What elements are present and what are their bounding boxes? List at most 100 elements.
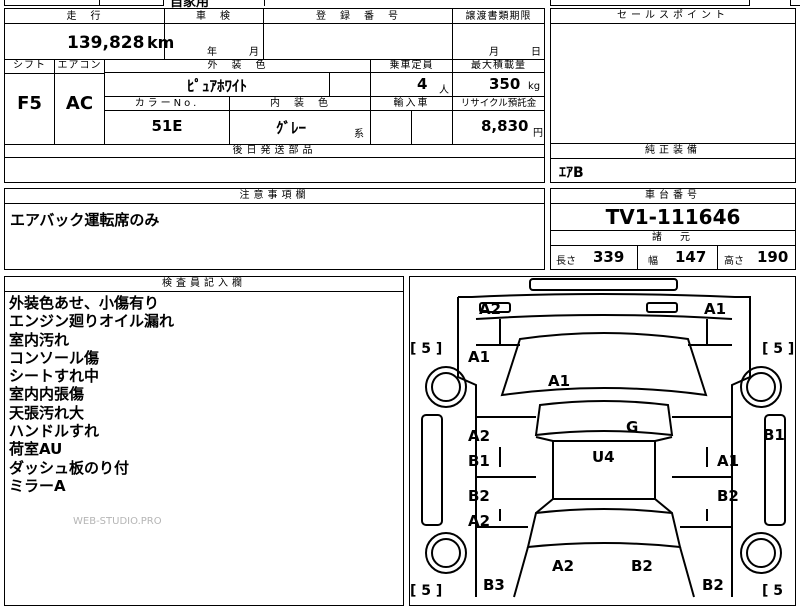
inspector-panel: 検査員記入欄 外装色あせ、小傷有り エンジン廻りオイル漏れ 室内汚れ コンソール… [4, 276, 404, 606]
inspection-year-label: 年 [207, 47, 217, 58]
max-load-cell: 350 kg [453, 73, 544, 97]
max-load-header: 最大積載量 [471, 60, 526, 71]
damage-code: A1 [704, 300, 727, 318]
transfer-day-label: 日 [531, 47, 541, 58]
registration-cell [264, 24, 453, 59]
aircon-header: エアコン [55, 59, 104, 74]
damage-code: B2 [702, 576, 724, 594]
mileage-value: 139,828 [67, 33, 145, 53]
recycle-fee-header: リサイクル預託金 [460, 98, 537, 109]
damage-code: B1 [763, 426, 785, 444]
inspector-line: ダッシュ板のり付 [9, 458, 130, 477]
inspector-line: コンソール傷 [9, 348, 100, 367]
exterior-color-value: ﾋﾟｭｱﾎﾜｲﾄ [186, 77, 247, 95]
damage-code: A2 [468, 427, 491, 445]
inspector-line: ミラーA [9, 476, 66, 495]
capacity-value: 4 [417, 75, 428, 93]
interior-color-suffix: 系 [354, 129, 364, 140]
genuine-equipment-value: ｴｱB [559, 165, 584, 181]
later-parts-header: 後日発送部品 [232, 145, 317, 156]
exterior-color-header: 外 装 色 [207, 60, 268, 71]
length-value: 339 [593, 248, 625, 266]
recycle-fee-value: 8,830 [481, 117, 529, 135]
recycle-fee-cell: 8,830 円 [453, 111, 544, 144]
genuine-equipment-header: 純正装備 [551, 143, 795, 159]
transfer-deadline-cell: 月 日 [453, 24, 544, 59]
inspector-line: 荷室AU [9, 440, 63, 459]
transfer-deadline-header: 譲渡書類期限 [465, 11, 532, 22]
selling-points-header: セールスポイント [551, 9, 795, 24]
selling-points-panel: セールスポイント 純正装備 ｴｱB [550, 8, 796, 183]
width-value: 147 [675, 248, 707, 266]
damage-code: B2 [717, 487, 739, 505]
inspector-lines: 外装色あせ、小傷有り エンジン廻りオイル漏れ 室内汚れ コンソール傷 シートすれ… [9, 294, 174, 495]
damage-code: A1 [468, 348, 491, 366]
top-fragment-strip: 自家用 [0, 0, 800, 10]
damage-code: B3 [483, 576, 505, 594]
max-load-unit: kg [528, 81, 541, 92]
inspector-line: ハンドルすれ [9, 422, 100, 441]
width-label: 幅 [648, 256, 658, 267]
specs-header: 諸 元 [551, 230, 795, 246]
watermark: WEB-STUDIO.PRO [73, 516, 162, 527]
specs-row: 長さ 339 幅 147 高さ 190 [551, 245, 795, 269]
mileage-header: 走 行 [66, 11, 103, 22]
tire-front-right: [ 5 ] [762, 341, 795, 357]
color-no-cell: 51E [105, 111, 230, 144]
max-load-value: 350 [489, 75, 521, 93]
capacity-header: 乗車定員 [389, 60, 434, 71]
mileage-cell: 139,828 km [5, 24, 174, 59]
tire-rear-left: [ 5 ] [410, 583, 443, 599]
tire-front-left: [ 5 ] [410, 341, 443, 357]
registration-header: 登 録 番 号 [316, 11, 400, 22]
damage-code: B2 [468, 487, 490, 505]
shift-value: F5 [17, 93, 42, 114]
interior-color-header: 内 装 色 [270, 98, 330, 109]
import-car-cell [371, 111, 453, 144]
damage-code: A1 [717, 452, 740, 470]
inspector-line: シートすれ中 [9, 367, 100, 386]
inspection-month-label: 月 [249, 47, 259, 58]
exterior-color-cell: ﾋﾟｭｱﾎﾜｲﾄ [105, 73, 371, 97]
car-diagram-panel: [ 5 ] [ 5 ] [ 5 ] [ 5 A2 A1 A1 A1 G B1 A… [409, 276, 796, 606]
shift-header: シフト [5, 59, 54, 74]
vehicle-info-table: 走 行 車 検 登 録 番 号 譲渡書類期限 139,828 km 年 月 月 … [4, 8, 545, 183]
damage-code: A1 [548, 372, 571, 390]
inspector-line: 外装色あせ、小傷有り [9, 294, 160, 312]
import-car-header: 輸入車 [393, 98, 430, 109]
capacity-unit: 人 [439, 85, 449, 96]
damage-code: U4 [592, 448, 615, 466]
notes-header: 注意事項欄 [5, 189, 544, 204]
interior-color-value: ｸﾞﾚｰ [276, 119, 307, 137]
notes-panel: 注意事項欄 エアバック運転席のみ [4, 188, 545, 270]
damage-code: A2 [552, 557, 575, 575]
inspector-line: 室内内張傷 [9, 385, 85, 404]
length-label: 長さ [556, 256, 576, 267]
shift-cell: シフト F5 [5, 59, 55, 144]
recycle-fee-unit: 円 [533, 128, 543, 139]
color-no-value: 51E [151, 117, 183, 135]
notes-value: エアバック運転席のみ [10, 211, 160, 229]
damage-code: B1 [468, 452, 490, 470]
chassis-number: TV1-111646 [605, 205, 741, 229]
damage-code: A2 [468, 512, 491, 530]
inspector-line: 室内汚れ [9, 330, 70, 349]
inspection-header: 車 検 [196, 11, 232, 22]
inspector-header: 検査員記入欄 [5, 277, 403, 292]
interior-color-cell: ｸﾞﾚｰ 系 [230, 111, 371, 144]
inspection-cell: 年 月 [165, 24, 264, 59]
height-label: 高さ [724, 256, 744, 267]
damage-code: G [626, 418, 639, 436]
tire-rear-right: [ 5 [762, 583, 784, 599]
capacity-cell: 4 人 [371, 73, 453, 97]
chassis-panel: 車台番号 TV1-111646 諸 元 長さ 339 幅 147 高さ 190 [550, 188, 796, 270]
inspector-line: エンジン廻りオイル漏れ [9, 312, 175, 331]
chassis-header: 車台番号 [551, 189, 795, 204]
aircon-value: AC [65, 93, 94, 114]
color-no-header: カラーNo. [134, 98, 200, 109]
damage-code: B2 [631, 557, 653, 575]
transfer-month-label: 月 [489, 47, 499, 58]
aircon-cell: エアコン AC [55, 59, 105, 144]
height-value: 190 [757, 248, 789, 266]
damage-code: A2 [479, 300, 502, 318]
